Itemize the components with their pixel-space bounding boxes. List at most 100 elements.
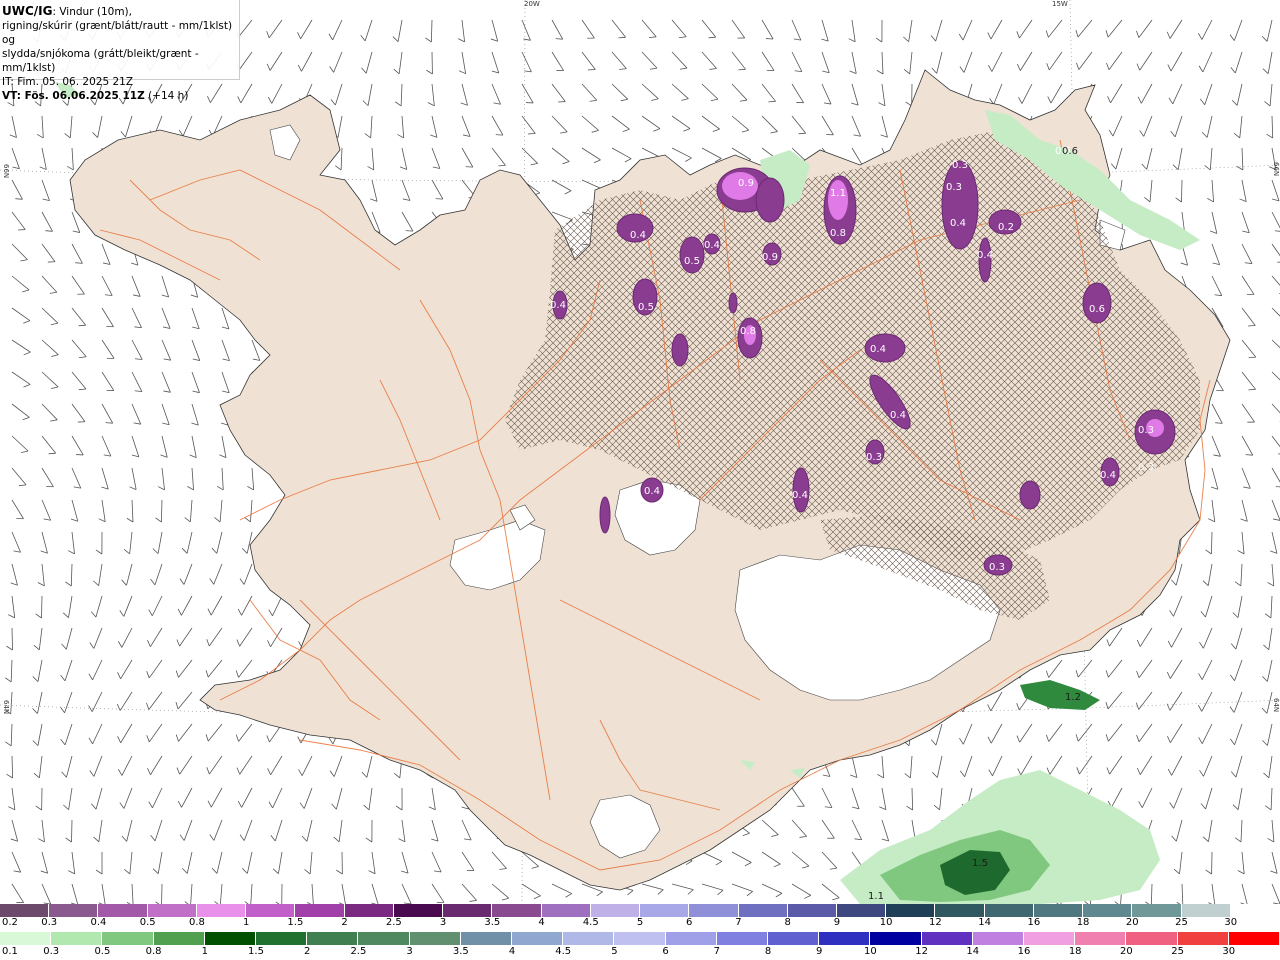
colorbar-label: 1 — [242, 917, 250, 928]
colorbar-cell — [492, 904, 542, 917]
snow-value-label: 0.4 — [950, 218, 966, 229]
colorbar-cell — [307, 932, 359, 945]
colorbar-cell — [716, 932, 769, 945]
colorbar-label: 5 — [636, 917, 644, 928]
colorbar-cell — [1177, 932, 1229, 945]
colorbar-label: 7 — [735, 917, 742, 928]
snow-value-label: 0.4 — [890, 410, 906, 421]
colorbar-label: 0.3 — [43, 946, 60, 957]
snow-value-label: 0.2 — [998, 222, 1014, 233]
colorbar-label: 0.8 — [188, 917, 205, 928]
colorbar-cell — [460, 932, 513, 945]
snow-value-label: 0.3 — [866, 452, 882, 463]
colorbar-label: 18 — [1068, 946, 1082, 957]
colorbar-cell — [358, 932, 410, 945]
colorbar-label: 20 — [1125, 917, 1139, 928]
colorbar-label: 1.5 — [287, 917, 304, 928]
colorbar-label: 3 — [439, 917, 447, 928]
lat-label-64n-right: 64N — [1272, 698, 1280, 713]
colorbar-cell — [1126, 932, 1178, 945]
colorbar-label: 16 — [1017, 946, 1031, 957]
colorbar-label: 14 — [966, 946, 980, 957]
snow-value-label: 0.9 — [762, 252, 778, 263]
snow-colorbar — [0, 904, 1280, 917]
colorbar-cell — [0, 932, 52, 945]
colorbar-label: 18 — [1076, 917, 1090, 928]
colorbar-label: 1 — [201, 946, 208, 957]
snow-value-label: 0.3 — [952, 160, 968, 171]
rain-value-label: 1.5 — [972, 858, 988, 869]
snow-value-label: 0.3 — [1138, 462, 1154, 473]
snow-value-label: 0.6 — [1089, 304, 1105, 315]
colorbar-cell — [344, 904, 394, 917]
colorbar-cell — [153, 932, 205, 945]
colorbar-cell — [870, 932, 922, 945]
colorbar-cell — [1083, 904, 1133, 917]
colorbar-label: 8 — [764, 946, 772, 957]
snow-value-label: 0.3 — [946, 182, 962, 193]
colorbar-label: 10 — [864, 946, 877, 957]
colorbar-label: 0.2 — [2, 917, 18, 928]
snow-value-label: 0.4 — [644, 486, 660, 497]
colorbar-label: 12 — [915, 946, 928, 957]
lon-label-20w: 20W — [524, 0, 540, 8]
colorbar-label: 2 — [341, 917, 348, 928]
colorbar-label: 9 — [833, 917, 841, 928]
rain-value-label: 1.2 — [1065, 692, 1081, 703]
colorbar-label: 0.4 — [90, 917, 107, 928]
colorbar-cell — [0, 904, 50, 917]
snow-value-label: 0.8 — [830, 228, 846, 239]
colorbar-cell — [204, 932, 257, 945]
colorbar-label: 25 — [1175, 917, 1188, 928]
colorbar-cell — [935, 904, 985, 917]
snow-value-label: 0.3 — [1138, 425, 1154, 436]
colorbar-label: 20 — [1120, 946, 1133, 957]
colorbar-label: 4.5 — [555, 946, 572, 957]
rain-value-label: 0.6 — [1062, 146, 1078, 157]
colorbar-label: 2.5 — [350, 946, 367, 957]
colorbar-label: 4 — [508, 946, 516, 957]
colorbar-label: 0.8 — [145, 946, 162, 957]
rain-colorbar-labels: 0.1 0.3 0.5 0.8 1 1.5 2 2.5 3 3.5 4 4.5 5 6 7 8 9 10 12 14 1… — [0, 946, 1280, 960]
iceland-map: 0.9 1.1 0.8 0.3 0.3 0.4 0.2 0.4 0.5 0.4 0.5 0.8 0.9 0… — [0, 0, 1280, 904]
colorbar-cell — [614, 932, 666, 945]
colorbar-label: 0.3 — [41, 917, 58, 928]
snow-value-label: 0.4 — [870, 344, 886, 355]
colorbar-cell — [1228, 932, 1280, 945]
colorbar-cell — [563, 932, 615, 945]
colorbar-label: 4.5 — [582, 917, 599, 928]
lat-label-66n-right: 66N — [1272, 162, 1280, 177]
forecast-offset: (+14 h) — [144, 90, 189, 102]
lat-label-64n-left: 64N — [2, 700, 10, 715]
colorbar-cell — [921, 932, 973, 945]
colorbar-cell — [393, 904, 444, 917]
colorbar-label: 0.1 — [2, 946, 18, 957]
colorbar-cell — [49, 904, 99, 917]
colorbar-cell — [246, 904, 296, 917]
colorbar-cell — [1075, 932, 1127, 945]
colorbar-label: 1.5 — [248, 946, 264, 957]
colorbar-label: 2.5 — [385, 917, 402, 928]
colorbar-cell — [1181, 904, 1231, 917]
weather-map-stage: 0.9 1.1 0.8 0.3 0.3 0.4 0.2 0.4 0.5 0.4 0.5 0.8 0.9 0… — [0, 0, 1280, 960]
colorbar-label: 5 — [611, 946, 618, 957]
colorbar-cell — [984, 904, 1034, 917]
colorbar-label: 2 — [304, 946, 311, 957]
colorbar-cell — [1024, 932, 1076, 945]
snow-value-label: 0.3 — [989, 562, 1005, 573]
colorbar-label: 7 — [713, 946, 720, 957]
colorbar-label: 25 — [1171, 946, 1184, 957]
init-time: IT: Fim. 05. 06. 2025 21Z — [2, 76, 134, 88]
colorbar-cell — [256, 932, 308, 945]
colorbar-cell — [409, 932, 461, 945]
valid-time: VT: Fös. 06.06.2025 11Z — [2, 90, 145, 102]
colorbar-cell — [819, 932, 871, 945]
colorbar-label: 4 — [538, 917, 545, 928]
colorbar-cell — [147, 904, 197, 917]
snow-value-label: 0.4 — [1100, 470, 1116, 481]
colorbar-cell — [443, 904, 493, 917]
title-line1: : Vindur (10m), — [52, 6, 132, 18]
colorbar-label: 0.5 — [94, 946, 111, 957]
colorbar-cell — [787, 904, 837, 917]
colorbar-label: 30 — [1222, 946, 1236, 957]
